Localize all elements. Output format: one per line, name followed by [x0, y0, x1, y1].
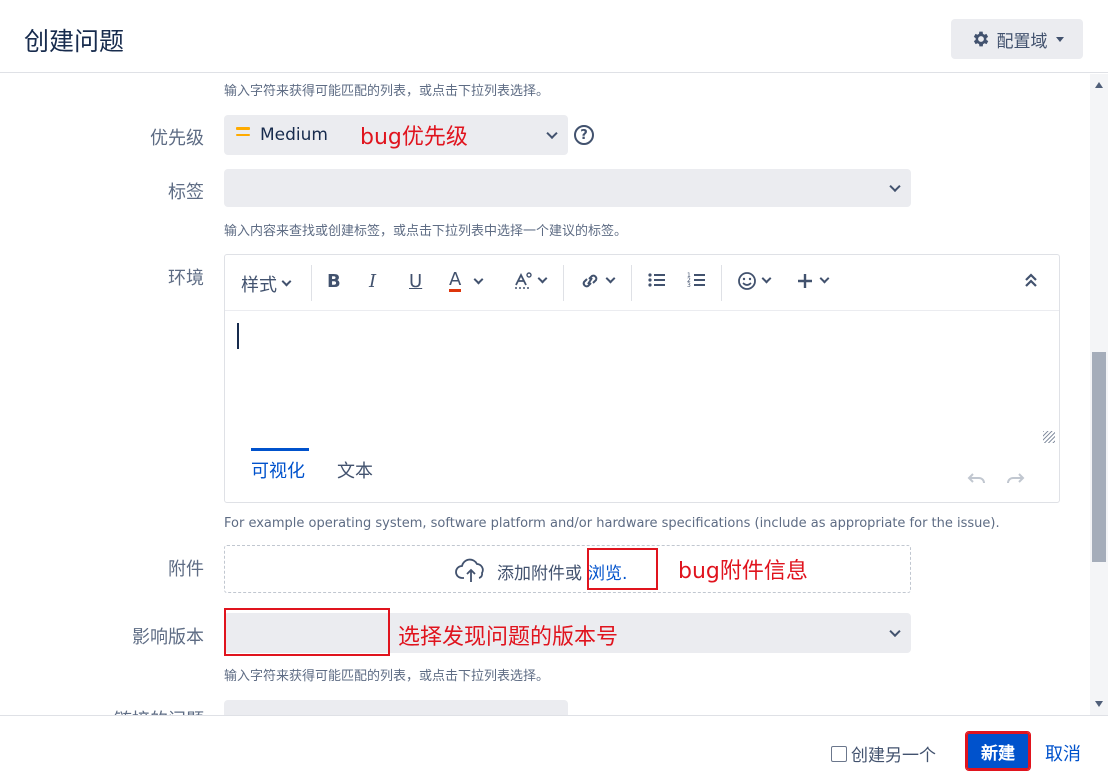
priority-value: Medium	[260, 125, 328, 145]
text-style-label: 样式	[241, 275, 277, 296]
annotation-highlight-box	[224, 608, 390, 656]
dialog-title: 创建问题	[24, 27, 125, 56]
redo-icon[interactable]	[1005, 467, 1027, 492]
cloud-upload-icon	[455, 558, 484, 582]
environment-editor[interactable]: 样式 B I U A 123 可视化 文本	[224, 254, 1060, 503]
active-tab-indicator	[251, 448, 309, 451]
bold-button[interactable]: B	[327, 271, 341, 292]
underline-button[interactable]: U	[409, 271, 422, 292]
collapse-toolbar-button[interactable]	[1023, 271, 1039, 289]
help-icon[interactable]: ?	[574, 125, 594, 145]
create-another-label: 创建另一个	[851, 746, 936, 766]
component-help-text: 输入字符来获得可能匹配的列表，或点击下拉列表选择。	[224, 84, 550, 99]
dialog-header: 创建问题 配置域	[0, 0, 1108, 73]
attachment-annotation: bug附件信息	[678, 559, 808, 584]
linked-issues-label: 链接的问题	[100, 706, 204, 715]
chevron-down-icon	[546, 127, 558, 140]
emoji-icon	[738, 272, 756, 290]
bullet-list-button[interactable]	[647, 271, 667, 289]
priority-medium-icon	[236, 127, 250, 140]
text-color-button[interactable]: A	[449, 269, 484, 292]
numbered-list-button[interactable]: 123	[687, 271, 707, 289]
double-chevron-up-icon	[1025, 273, 1037, 287]
bullet-list-icon	[648, 273, 665, 287]
priority-label: 优先级	[150, 128, 204, 149]
toolbar-divider	[721, 265, 722, 301]
text-cursor	[237, 323, 239, 349]
cancel-link[interactable]: 取消	[1045, 740, 1081, 766]
dialog-footer: 创建另一个 新建 取消	[0, 715, 1108, 783]
tab-visual[interactable]: 可视化	[251, 457, 305, 483]
environment-help-text: For example operating system, software p…	[224, 516, 1000, 531]
affects-version-annotation: 选择发现问题的版本号	[398, 625, 619, 650]
underline-icon: U	[409, 271, 423, 292]
create-another-option[interactable]: 创建另一个	[831, 741, 936, 766]
italic-button[interactable]: I	[369, 271, 376, 292]
gear-icon	[973, 31, 988, 47]
svg-text:3: 3	[687, 282, 691, 289]
resize-grip-icon[interactable]	[1043, 431, 1055, 443]
attachment-label: 附件	[168, 559, 204, 580]
environment-label: 环境	[168, 268, 204, 289]
chevron-down-icon	[473, 274, 484, 284]
bold-icon: B	[327, 271, 341, 292]
annotation-highlight-box	[587, 548, 658, 590]
scrollbar-thumb[interactable]	[1092, 352, 1106, 562]
undo-icon[interactable]	[965, 467, 987, 492]
text-effects-icon	[515, 272, 532, 289]
scroll-down-arrow-icon[interactable]	[1095, 701, 1103, 707]
create-button[interactable]: 新建	[965, 731, 1031, 771]
chevron-down-icon	[889, 625, 901, 638]
attachment-dropzone[interactable]: 添加附件或 浏览.	[224, 545, 911, 593]
editor-toolbar: 样式 B I U A 123	[225, 255, 1059, 311]
text-style-dropdown[interactable]: 样式	[241, 271, 292, 297]
chevron-down-icon	[1055, 36, 1064, 42]
chevron-down-icon	[761, 273, 772, 284]
toolbar-divider	[631, 265, 632, 301]
chevron-down-icon	[889, 180, 901, 193]
scrollbar[interactable]	[1090, 74, 1108, 715]
italic-icon: I	[369, 271, 377, 292]
linked-issues-select[interactable]	[224, 700, 568, 715]
toolbar-divider	[311, 265, 312, 301]
configure-fields-label: 配置域	[996, 31, 1048, 52]
scroll-up-arrow-icon[interactable]	[1095, 82, 1103, 88]
labels-select[interactable]	[224, 169, 911, 207]
insert-more-button[interactable]	[795, 271, 830, 291]
chevron-down-icon	[605, 273, 616, 284]
chevron-down-icon	[537, 273, 548, 284]
plus-icon	[798, 274, 812, 288]
chevron-down-icon	[819, 273, 830, 284]
labels-label: 标签	[168, 182, 204, 203]
priority-annotation: bug优先级	[360, 125, 468, 150]
labels-help-text: 输入内容来查找或创建标签，或点击下拉列表中选择一个建议的标签。	[224, 224, 628, 239]
chevron-down-icon	[281, 276, 292, 287]
link-button[interactable]	[579, 271, 616, 291]
toolbar-divider	[563, 265, 564, 301]
form-body[interactable]: 输入字符来获得可能匹配的列表，或点击下拉列表选择。 优先级 Medium bug…	[0, 74, 1090, 715]
more-formatting-button[interactable]	[513, 271, 548, 291]
link-icon	[582, 274, 598, 288]
dropzone-text: 添加附件或	[497, 563, 582, 584]
configure-fields-button[interactable]: 配置域	[951, 19, 1083, 59]
tab-text[interactable]: 文本	[337, 457, 373, 483]
numbered-list-icon: 123	[687, 272, 705, 289]
create-another-checkbox[interactable]	[831, 745, 847, 762]
emoji-button[interactable]	[737, 271, 772, 291]
text-color-icon: A	[449, 269, 462, 292]
affects-version-label: 影响版本	[132, 627, 204, 648]
affects-version-help-text: 输入字符来获得可能匹配的列表，或点击下拉列表选择。	[224, 669, 550, 684]
